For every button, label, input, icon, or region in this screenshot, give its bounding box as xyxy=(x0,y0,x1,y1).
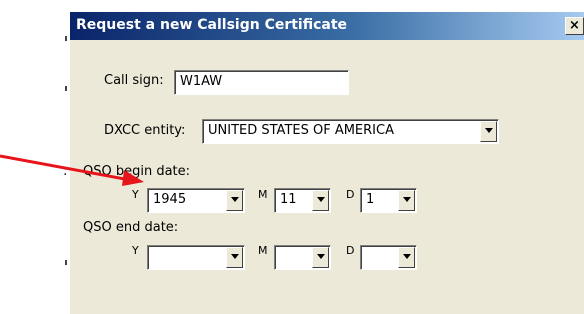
red-arrow-head xyxy=(122,170,144,186)
chevron-down-icon xyxy=(231,197,239,202)
chevron-down-icon xyxy=(403,197,411,202)
chevron-down-icon xyxy=(317,197,325,202)
chevron-down-icon xyxy=(403,254,411,259)
dxcc-select[interactable]: UNITED STATES OF AMERICA xyxy=(202,119,499,144)
end-month-label: M xyxy=(258,244,268,257)
chevron-down-icon xyxy=(317,254,325,259)
chevron-down-icon xyxy=(231,254,239,259)
begin-month-dropdown-button[interactable] xyxy=(312,190,329,211)
red-arrow-shaft xyxy=(0,154,131,182)
chevron-down-icon xyxy=(485,128,493,133)
end-day-label: D xyxy=(346,244,355,257)
begin-year-value: 1945 xyxy=(153,192,187,207)
begin-month-value: 11 xyxy=(280,192,297,207)
end-day-dropdown-button[interactable] xyxy=(398,247,415,268)
end-month-select[interactable] xyxy=(274,245,331,270)
begin-day-dropdown-button[interactable] xyxy=(398,190,415,211)
dxcc-dropdown-button[interactable] xyxy=(480,121,497,142)
close-icon: × xyxy=(569,18,580,33)
qso-end-label: QSO end date: xyxy=(83,220,179,235)
callsign-input[interactable]: W1AW xyxy=(174,70,349,95)
dxcc-label: DXCC entity: xyxy=(104,123,186,138)
begin-year-select[interactable]: 1945 xyxy=(147,188,245,213)
begin-month-select[interactable]: 11 xyxy=(274,188,331,213)
callsign-label: Call sign: xyxy=(104,73,164,88)
end-year-select[interactable] xyxy=(147,245,245,270)
dxcc-value: UNITED STATES OF AMERICA xyxy=(208,123,394,138)
dialog-titlebar[interactable]: Request a new Callsign Certificate × xyxy=(70,12,584,40)
end-day-select[interactable] xyxy=(360,245,417,270)
begin-year-dropdown-button[interactable] xyxy=(226,190,243,211)
close-button[interactable]: × xyxy=(565,17,584,35)
begin-day-select[interactable]: 1 xyxy=(360,188,417,213)
end-month-dropdown-button[interactable] xyxy=(312,247,329,268)
dialog-title: Request a new Callsign Certificate xyxy=(76,17,348,33)
begin-day-label: D xyxy=(346,188,355,201)
begin-month-label: M xyxy=(258,188,268,201)
begin-day-value: 1 xyxy=(366,192,375,207)
red-arrow-icon xyxy=(0,154,144,186)
end-year-label: Y xyxy=(132,244,139,257)
end-year-dropdown-button[interactable] xyxy=(226,247,243,268)
